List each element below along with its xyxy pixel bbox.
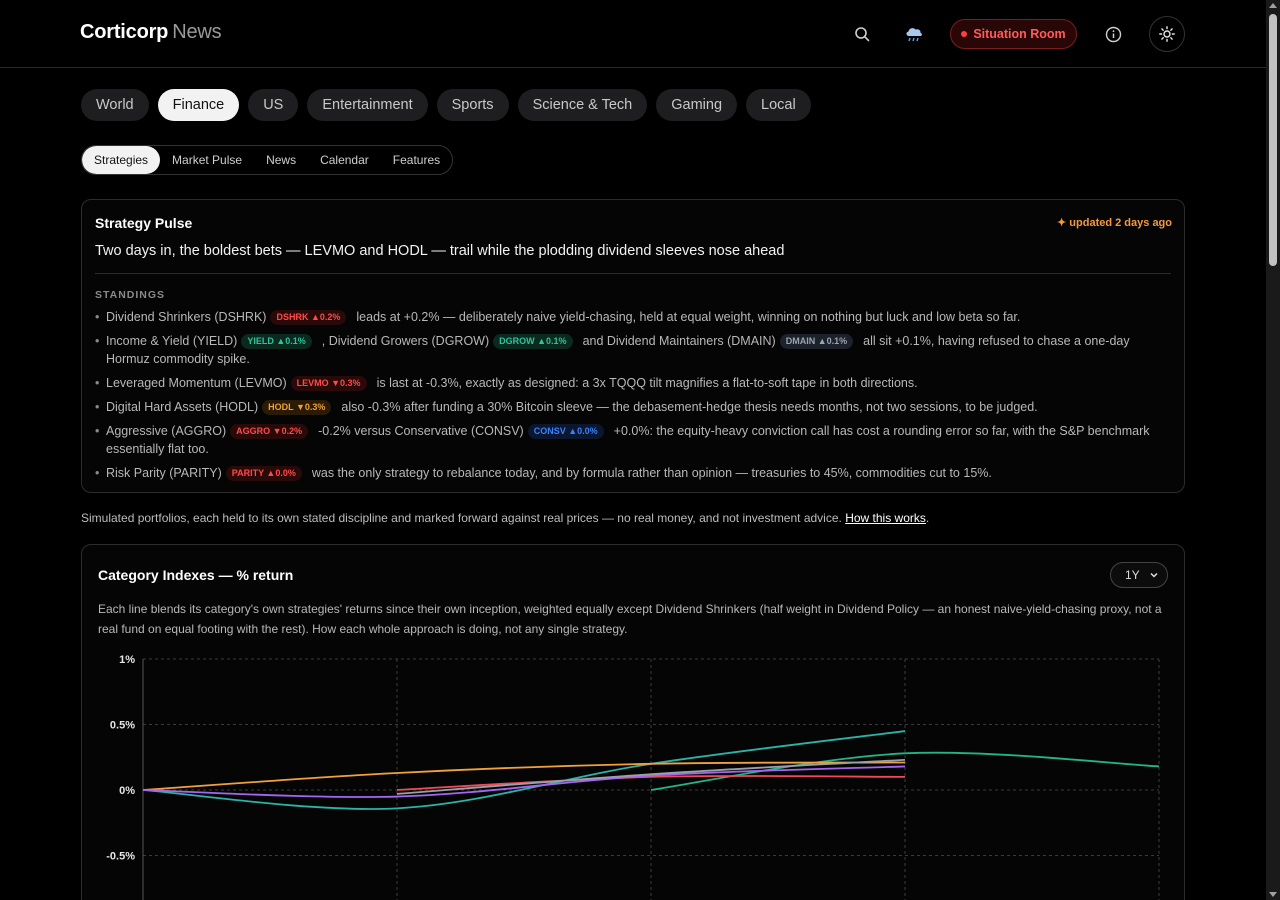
info-icon[interactable] [1099,20,1127,48]
theme-toggle-button[interactable] [1149,16,1185,52]
ticker-badge[interactable]: CONSV ▲0.0% [527,424,604,439]
top-bar: Corticorp News Situation Room [0,0,1266,68]
standings-label: STANDINGS [95,289,166,301]
tab-strategies[interactable]: Strategies [82,146,161,174]
standings-text: Aggressive (AGGRO) [106,424,227,438]
y-tick-label: 1% [119,654,135,666]
standings-text: Digital Hard Assets (HODL) [106,400,259,414]
standings-text: is last at -0.3%, exactly as designed: a… [376,376,918,390]
brand-secondary: News [172,21,222,43]
standings-item: Dividend Shrinkers (DSHRK)DSHRK ▲0.2% lea… [95,308,1165,326]
category-index-line-chart: 1% 0.5% 0% -0.5% [106,654,1160,900]
y-tick-label: -0.5% [106,851,135,863]
category-entertainment[interactable]: Entertainment [307,89,428,121]
tab-features[interactable]: Features [381,146,452,174]
scrollbar-thumb[interactable] [1269,14,1277,266]
category-world[interactable]: World [81,89,149,121]
sun-icon [1159,26,1175,42]
standings-item: Leveraged Momentum (LEVMO)LEVMO ▼0.3% is … [95,374,1165,392]
tab-market-pulse[interactable]: Market Pulse [160,146,254,174]
ticker-badge[interactable]: DGROW ▲0.1% [493,334,573,349]
scroll-up-arrow-icon[interactable] [1269,3,1277,8]
category-local[interactable]: Local [746,89,811,121]
category-finance[interactable]: Finance [157,89,240,121]
standings-text: -0.2% versus Conservative (CONSV) [318,424,524,438]
ticker-badge[interactable]: PARITY ▲0.0% [225,466,302,481]
category-indexes-card: Category Indexes — % return 1Y Each line… [81,544,1185,900]
ticker-badge[interactable]: HODL ▼0.3% [262,400,332,415]
brand-logo[interactable]: Corticorp News [80,21,222,44]
standings-text: Income & Yield (YIELD) [106,334,238,348]
standings-text: was the only strategy to rebalance today… [311,466,992,480]
pulse-headline: Two days in, the boldest bets — LEVMO an… [95,243,785,259]
pulse-title: Strategy Pulse [95,215,193,231]
search-icon[interactable] [848,20,876,48]
category-sports[interactable]: Sports [436,89,509,121]
standings-item: Digital Hard Assets (HODL)HODL ▼0.3% also… [95,398,1165,416]
standings-text: , Dividend Growers (DGROW) [321,334,490,348]
divider [95,273,1171,274]
scroll-down-arrow-icon[interactable] [1269,892,1277,897]
finance-subtabs: Strategies Market Pulse News Calendar Fe… [81,145,454,175]
y-tick-label: 0.5% [110,720,135,732]
ticker-badge[interactable]: YIELD ▲0.1% [241,334,312,349]
standings-item: Risk Parity (PARITY)PARITY ▲0.0% was the … [95,464,1165,482]
standings-item: Income & Yield (YIELD)YIELD ▲0.1% , Divid… [95,332,1165,368]
standings-item: Aggressive (AGGRO)AGGRO ▼0.2% -0.2% versu… [95,422,1165,458]
standings-text: leads at +0.2% — deliberately naive yiel… [356,310,1021,324]
ticker-badge[interactable]: AGGRO ▼0.2% [230,424,309,439]
disclaimer-text: Simulated portfolios, each held to its o… [81,511,842,525]
strategy-pulse-card: Strategy Pulse ✦ updated 2 days ago Two … [81,199,1185,493]
page-scrollbar[interactable] [1266,0,1280,900]
standings-text: also -0.3% after funding a 30% Bitcoin s… [341,400,1038,414]
situation-room-label: Situation Room [973,27,1066,41]
ticker-badge[interactable]: DMAIN ▲0.1% [779,334,854,349]
standings-text: Risk Parity (PARITY) [106,466,222,480]
standings-text: Dividend Shrinkers (DSHRK) [106,310,267,324]
ticker-badge[interactable]: DSHRK ▲0.2% [270,310,347,325]
tab-calendar[interactable]: Calendar [308,146,381,174]
y-tick-label: 0% [119,785,135,797]
standings-text: Leveraged Momentum (LEVMO) [106,376,287,390]
standings-list: Dividend Shrinkers (DSHRK)DSHRK ▲0.2% lea… [95,308,1165,488]
live-dot-icon [961,31,968,37]
category-science-tech[interactable]: Science & Tech [517,89,648,121]
category-us[interactable]: US [248,89,299,121]
brand-primary: Corticorp [80,21,169,43]
how-this-works-link[interactable]: How this works [845,511,926,525]
category-nav: World Finance US Entertainment Sports Sc… [81,89,811,121]
situation-room-button[interactable]: Situation Room [950,19,1077,49]
pulse-updated-timestamp: ✦ updated 2 days ago [1057,217,1172,229]
ticker-badge[interactable]: LEVMO ▼0.3% [290,376,367,391]
tab-news[interactable]: News [254,146,308,174]
category-gaming[interactable]: Gaming [656,89,738,121]
disclaimer-suffix: . [925,511,930,525]
standings-text: and Dividend Maintainers (DMAIN) [582,334,776,348]
disclaimer: Simulated portfolios, each held to its o… [81,511,929,525]
weather-rain-cloud-icon[interactable] [900,20,928,48]
